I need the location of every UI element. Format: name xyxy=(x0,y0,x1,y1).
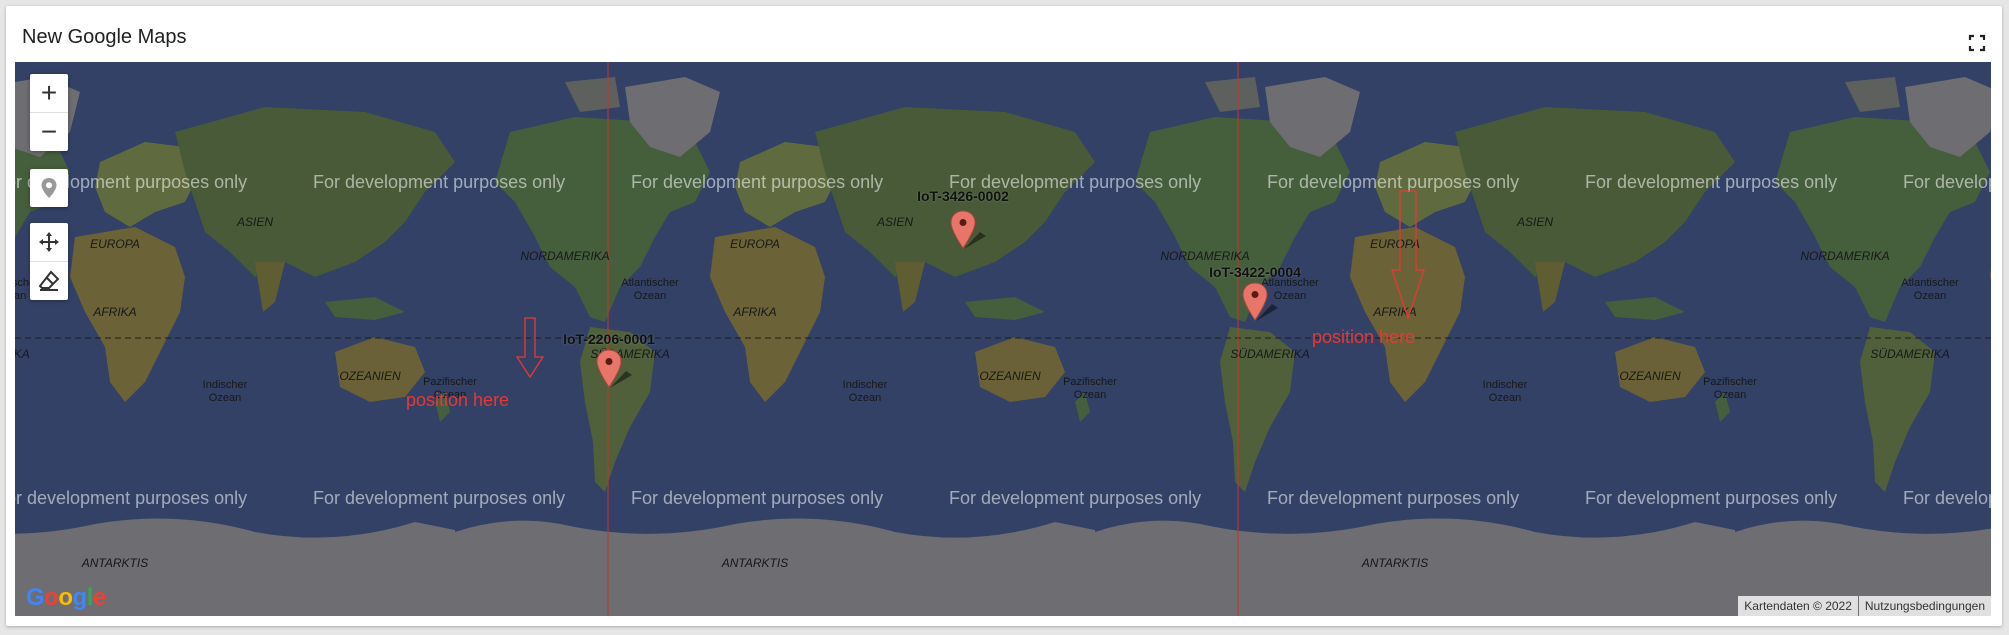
marker-iot-3426-0002[interactable] xyxy=(950,210,986,249)
marker-iot-2206-0001[interactable] xyxy=(596,349,632,388)
map-pin-icon xyxy=(1242,282,1278,321)
dev-watermark: For development purposes only xyxy=(1585,488,1837,508)
dev-watermark: For development purposes only xyxy=(15,488,247,508)
location-control xyxy=(30,169,68,207)
dev-watermark: For development purposes only xyxy=(1267,172,1519,192)
dev-watermark: For development purposes only xyxy=(313,172,565,192)
dev-watermark: For development purposes only xyxy=(1903,488,1991,508)
edit-controls xyxy=(30,223,68,300)
position-arrow-icon xyxy=(1391,190,1425,320)
dev-tint-overlay xyxy=(15,62,1991,616)
zoom-controls: + − xyxy=(30,74,68,151)
position-label-2: position here xyxy=(1312,327,1416,347)
position-arrow-icon xyxy=(515,317,545,379)
move-arrows-icon xyxy=(39,232,59,252)
dev-watermark: For development purposes only xyxy=(1903,172,1991,192)
widget-title: New Google Maps xyxy=(22,26,187,48)
eraser-icon xyxy=(38,270,60,291)
dev-watermark: For development purposes only xyxy=(631,172,883,192)
dev-watermark: For development purposes only xyxy=(1267,488,1519,508)
position-label-1: position here xyxy=(406,390,510,410)
marker-label-iot-3422-0004: IoT-3422-0004 xyxy=(1209,264,1301,280)
dev-watermark: For development purposes only xyxy=(949,488,1201,508)
location-pin-button[interactable] xyxy=(30,169,68,207)
zoom-out-button[interactable]: − xyxy=(30,112,68,151)
erase-button[interactable] xyxy=(30,261,68,300)
map-pin-icon xyxy=(950,210,986,249)
map-widget: New Google Maps For development purposes… xyxy=(6,6,2002,626)
map-attribution: Kartendaten © 2022 Nutzungsbedingungen xyxy=(1738,596,1991,616)
world-map-tiles: NORDAMERIKAEUROPAASIENAFRIKASÜDAMERIKAOZ… xyxy=(15,62,1991,616)
fullscreen-icon[interactable] xyxy=(1966,32,1988,54)
map-canvas[interactable]: NORDAMERIKAEUROPAASIENAFRIKASÜDAMERIKAOZ… xyxy=(15,62,1991,616)
map-data-attribution: Kartendaten © 2022 xyxy=(1738,596,1858,616)
marker-label-iot-2206-0001: IoT-2206-0001 xyxy=(563,331,655,347)
drag-move-button[interactable] xyxy=(30,223,68,261)
marker-iot-3422-0004[interactable] xyxy=(1242,282,1278,321)
map-pin-icon xyxy=(596,349,632,388)
dev-watermark: For development purposes only xyxy=(631,488,883,508)
location-pin-icon xyxy=(41,178,57,198)
dev-watermark: For development purposes only xyxy=(313,488,565,508)
dev-watermark: For development purposes only xyxy=(1585,172,1837,192)
zoom-in-button[interactable]: + xyxy=(30,74,68,112)
terms-link[interactable]: Nutzungsbedingungen xyxy=(1858,596,1991,616)
marker-label-iot-3426-0002: IoT-3426-0002 xyxy=(917,188,1009,204)
google-logo: Google xyxy=(26,584,106,611)
